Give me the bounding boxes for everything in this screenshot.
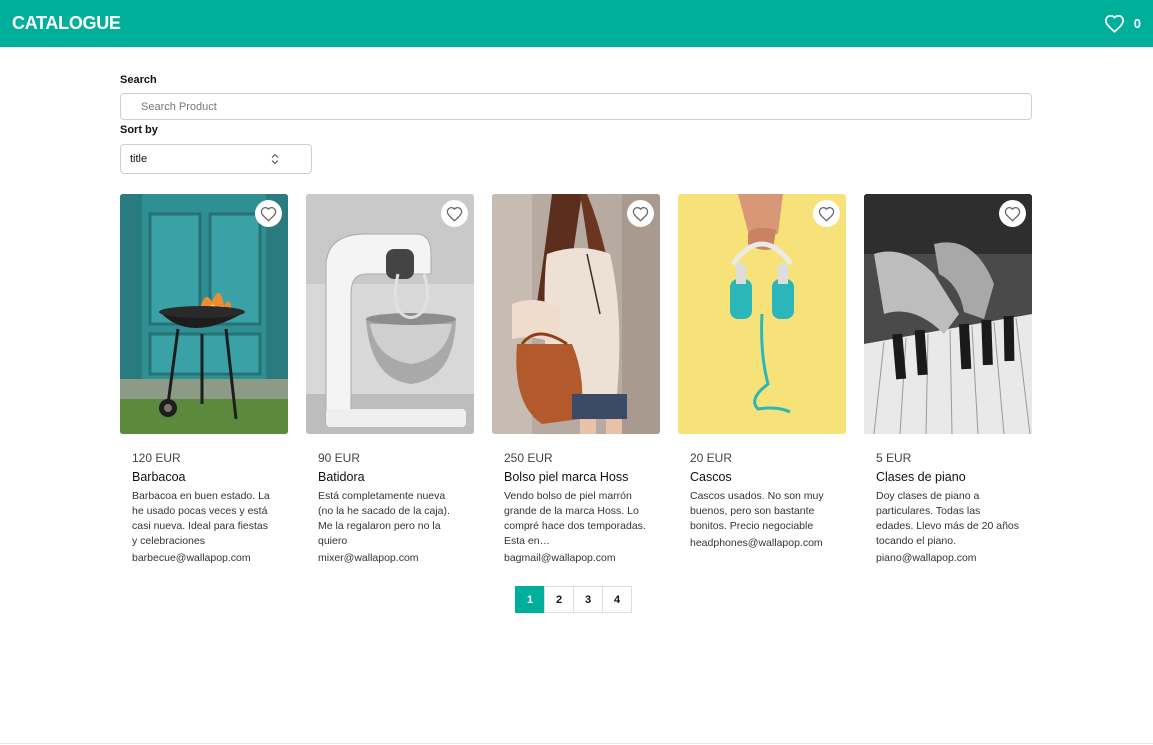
product-card[interactable]: 20 EUR Cascos Cascos usados. No son muy … [678, 194, 846, 549]
page-button-3[interactable]: 3 [573, 586, 603, 613]
heart-icon [818, 206, 835, 222]
heart-icon [1004, 206, 1021, 222]
add-favorite-button[interactable] [627, 200, 654, 227]
product-image-piano[interactable] [864, 194, 1032, 434]
heart-icon [632, 206, 649, 222]
top-bar: CATALOGUE 0 [0, 0, 1153, 47]
product-email: bagmail@wallapop.com [504, 552, 616, 564]
product-image-barbecue[interactable] [120, 194, 288, 434]
search-label: Search [120, 74, 157, 86]
product-price: 20 EUR [690, 451, 733, 465]
add-favorite-button[interactable] [255, 200, 282, 227]
search-input[interactable] [120, 93, 1032, 120]
product-description: Barbacoa en buen estado. La he usado poc… [132, 490, 270, 547]
heart-icon [1104, 14, 1125, 33]
product-title: Batidora [318, 470, 365, 484]
footer-divider [0, 743, 1153, 744]
add-favorite-button[interactable] [999, 200, 1026, 227]
favorites-count: 0 [1133, 16, 1141, 31]
product-image-bag[interactable] [492, 194, 660, 434]
app-title[interactable]: CATALOGUE [12, 13, 121, 34]
sort-select[interactable]: title [120, 144, 312, 174]
product-grid: 120 EUR Barbacoa Barbacoa en buen estado… [120, 194, 1032, 574]
product-image-mixer[interactable] [306, 194, 474, 434]
product-image-headphones[interactable] [678, 194, 846, 434]
page-button-1[interactable]: 1 [515, 586, 545, 613]
product-card[interactable]: 250 EUR Bolso piel marca Hoss Vendo bols… [492, 194, 660, 564]
sort-selected-value: title [130, 153, 148, 165]
product-price: 120 EUR [132, 451, 181, 465]
product-title: Bolso piel marca Hoss [504, 470, 629, 484]
product-description: Doy clases de piano a particulares. Toda… [876, 490, 1020, 547]
add-favorite-button[interactable] [441, 200, 468, 227]
product-description: Vendo bolso de piel marrón grande de la … [504, 490, 646, 547]
product-price: 250 EUR [504, 451, 553, 465]
product-card[interactable]: 90 EUR Batidora Está completamente nueva… [306, 194, 474, 564]
add-favorite-button[interactable] [813, 200, 840, 227]
product-title: Barbacoa [132, 470, 186, 484]
heart-icon [260, 206, 277, 222]
product-card[interactable]: 120 EUR Barbacoa Barbacoa en buen estado… [120, 194, 288, 564]
favorites-button[interactable]: 0 [1104, 14, 1141, 33]
pagination: 1 2 3 4 [515, 586, 632, 613]
catalogue-main: Search Sort by title [120, 47, 1032, 613]
product-email: mixer@wallapop.com [318, 552, 419, 564]
page-button-4[interactable]: 4 [602, 586, 632, 613]
product-description: Cascos usados. No son muy buenos, pero s… [690, 490, 824, 532]
product-card[interactable]: 5 EUR Clases de piano Doy clases de pian… [864, 194, 1032, 564]
product-price: 90 EUR [318, 451, 361, 465]
chevron-up-down-icon [271, 153, 279, 165]
product-title: Cascos [690, 470, 732, 484]
page-button-2[interactable]: 2 [544, 586, 574, 613]
sort-label: Sort by [120, 124, 158, 136]
product-price: 5 EUR [876, 451, 912, 465]
product-email: headphones@wallapop.com [690, 537, 823, 549]
product-email: piano@wallapop.com [876, 552, 977, 564]
product-description: Está completamente nueva (no la he sacad… [318, 490, 450, 547]
product-title: Clases de piano [876, 470, 966, 484]
heart-icon [446, 206, 463, 222]
product-email: barbecue@wallapop.com [132, 552, 251, 564]
